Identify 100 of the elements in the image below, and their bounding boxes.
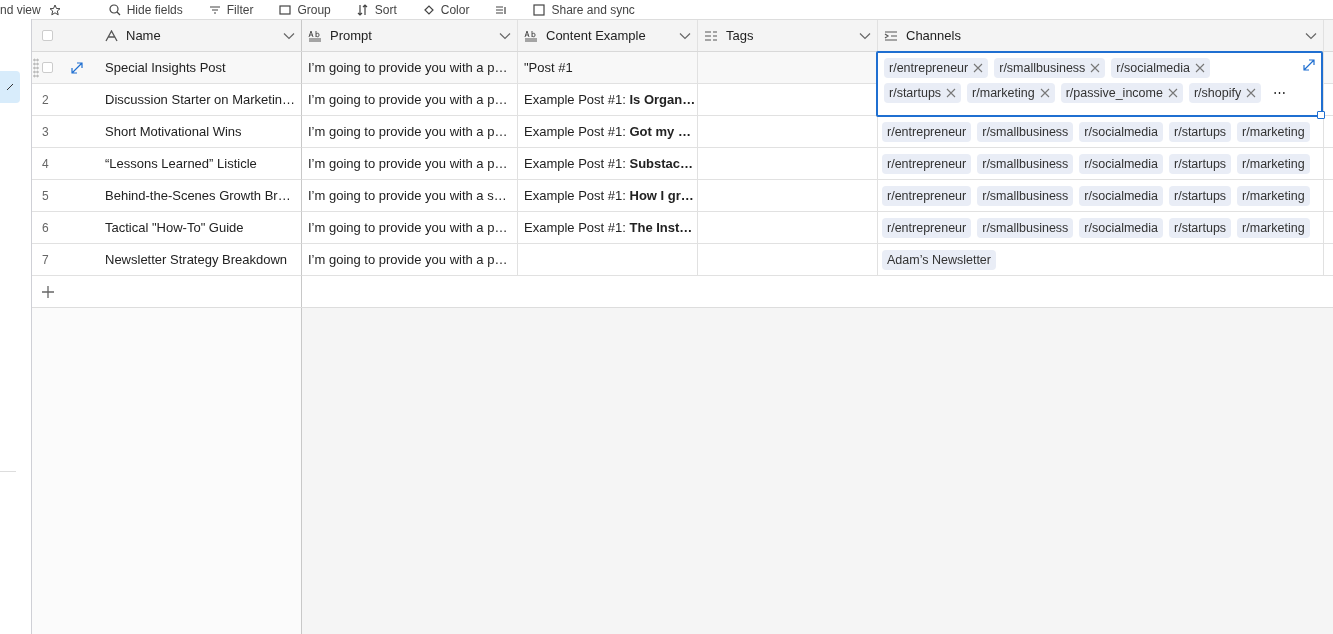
add-icon[interactable] — [42, 285, 54, 298]
channel-tag[interactable]: r/entrepreneur — [884, 58, 989, 78]
channel-tag: Adam’s Newsletter — [882, 249, 996, 270]
channels-editor[interactable]: r/entrepreneur r/smallbusiness r/socialmedia r/startups r/marketing r/passive_income r/shopify ⋯ — [876, 51, 1323, 117]
prompt-cell: I’m going to provide you with a p… — [302, 52, 518, 84]
expand-icon[interactable] — [71, 61, 83, 74]
primary-field-icon — [105, 29, 118, 42]
row-number: 5 — [42, 188, 49, 203]
group-toolbar-button[interactable]: Group — [279, 2, 331, 17]
channel-tag: r/smallbusiness — [977, 185, 1074, 206]
table-row[interactable]: 6 Tactical "How-To" Guide I’m going to provide you with a p… Example Post #1: The Inst… r/entrepreneur r/smallbusiness r/socialmedia r/startups r/marketing — [32, 212, 1333, 244]
filter-toolbar-button[interactable]: Filter — [208, 2, 254, 17]
content-cell: Example Post #1: Got my … — [518, 116, 698, 148]
prompt-cell: I’m going to provide you with a p… — [302, 84, 518, 116]
select-all-checkbox[interactable] — [42, 30, 53, 41]
remove-icon[interactable] — [1039, 88, 1050, 98]
resize-handle[interactable] — [1317, 111, 1325, 119]
remove-icon[interactable] — [1167, 88, 1178, 98]
search-icon — [108, 3, 121, 16]
prompt-cell: I’m going to provide you with a p… — [302, 212, 518, 244]
channel-tag[interactable]: r/smallbusiness — [994, 58, 1106, 78]
row-number: 3 — [42, 124, 49, 139]
remove-icon[interactable] — [1090, 63, 1101, 73]
row-number: 6 — [42, 220, 49, 235]
content-cell: Example Post #1: How I gr… — [518, 180, 698, 212]
channel-tag: r/entrepreneur — [882, 185, 972, 206]
content-cell: Example Post #1: Substac… — [518, 148, 698, 180]
channel-tag[interactable]: r/marketing — [967, 83, 1055, 103]
remove-icon[interactable] — [1246, 88, 1257, 98]
channel-tag: r/startups — [1169, 217, 1232, 238]
group-icon — [279, 3, 292, 16]
channel-tag: r/marketing — [1237, 153, 1310, 174]
expand-icon[interactable] — [1303, 59, 1315, 71]
row-number: 2 — [42, 92, 49, 107]
name-cell: Discussion Starter on Marketin… — [99, 84, 302, 116]
column-header[interactable]: Tags — [698, 20, 878, 51]
name-cell: “Lessons Learned” Listicle — [99, 148, 302, 180]
table-row[interactable]: 3 Short Motivational Wins I’m going to provide you with a p… Example Post #1: Got my … r/entrepreneur r/smallbusiness r/socialmedia r/startups r/marketing — [32, 116, 1333, 148]
channel-tag: r/smallbusiness — [977, 217, 1074, 238]
filter-icon — [208, 3, 221, 16]
more-button[interactable]: ⋯ — [1267, 83, 1293, 103]
list-icon — [704, 29, 718, 42]
content-cell: Example Post #1: Is Organ… — [518, 84, 698, 116]
chevron-down-icon[interactable] — [679, 31, 691, 40]
hide-toolbar-button[interactable]: Hide fields — [108, 2, 183, 17]
prompt-cell: I’m going to provide you with a p… — [302, 244, 518, 276]
channel-tag: r/socialmedia — [1079, 217, 1163, 238]
channel-tag: r/smallbusiness — [977, 121, 1074, 142]
chevron-down-icon[interactable] — [1305, 31, 1317, 40]
channel-tag: r/startups — [1169, 153, 1232, 174]
column-header[interactable]: Content Example — [518, 20, 698, 51]
prompt-cell: I’m going to provide you with a s… — [302, 180, 518, 212]
channel-tag: r/marketing — [1237, 217, 1310, 238]
sort-toolbar-button[interactable]: Sort — [356, 2, 397, 17]
color-toolbar-button[interactable]: Color — [422, 2, 470, 17]
name-cell: Short Motivational Wins — [99, 116, 302, 148]
linked-record-icon — [884, 29, 898, 42]
channel-tag: r/startups — [1169, 121, 1232, 142]
long-text-icon — [524, 29, 538, 42]
name-cell: Special Insights Post — [99, 52, 302, 84]
share-icon — [533, 3, 546, 16]
sort-icon — [356, 3, 369, 16]
name-cell: Tactical "How-To" Guide — [99, 212, 302, 244]
chevron-down-icon[interactable] — [283, 31, 295, 40]
table-row[interactable]: 7 Newsletter Strategy Breakdown I’m going to provide you with a p… Adam’s Newsletter — [32, 244, 1333, 276]
channel-tag: r/entrepreneur — [882, 121, 972, 142]
remove-icon[interactable] — [946, 88, 957, 98]
column-header[interactable]: Prompt — [302, 20, 518, 51]
channel-tag[interactable]: r/shopify — [1188, 83, 1262, 103]
channel-tag: r/socialmedia — [1079, 185, 1163, 206]
channel-tag: r/entrepreneur — [882, 217, 972, 238]
content-cell: "Post #1 — [518, 52, 698, 84]
share-toolbar-button[interactable]: Share and sync — [533, 2, 635, 17]
long-text-icon — [308, 29, 322, 42]
row-height-icon — [495, 3, 508, 16]
content-cell: Example Post #1: The Inst… — [518, 212, 698, 244]
row-number: 7 — [42, 252, 49, 267]
channel-tag[interactable]: r/startups — [884, 83, 962, 103]
row-checkbox[interactable] — [42, 62, 53, 73]
channel-tag: r/socialmedia — [1079, 121, 1163, 142]
channel-tag[interactable]: r/socialmedia — [1111, 58, 1210, 78]
view-name[interactable]: nd view — [0, 2, 41, 17]
name-cell: Behind-the-Scenes Growth Br… — [99, 180, 302, 212]
remove-icon[interactable] — [973, 63, 984, 73]
name-cell: Newsletter Strategy Breakdown — [99, 244, 302, 276]
channel-tag[interactable]: r/passive_income — [1060, 83, 1183, 103]
channel-tag: r/startups — [1169, 185, 1232, 206]
channel-tag: r/socialmedia — [1079, 153, 1163, 174]
chevron-down-icon[interactable] — [859, 31, 871, 40]
column-header[interactable]: Name — [99, 20, 302, 51]
drag-handle-icon[interactable] — [33, 58, 39, 78]
prompt-cell: I’m going to provide you with a p… — [302, 116, 518, 148]
table-row[interactable]: 4 “Lessons Learned” Listicle I’m going to provide you with a p… Example Post #1: Substac… r/entrepreneur r/smallbusiness r/socialmedia r/startups r/marketing — [32, 148, 1333, 180]
remove-icon[interactable] — [1195, 63, 1205, 73]
prompt-cell: I’m going to provide you with a p… — [302, 148, 518, 180]
star-icon[interactable] — [48, 3, 61, 16]
table-row[interactable]: 5 Behind-the-Scenes Growth Br… I’m going to provide you with a s… Example Post #1: How I gr… r/entrepreneur r/smallbusiness r/socialmedia r/startups r/marketing — [32, 180, 1333, 212]
chevron-down-icon[interactable] — [499, 31, 511, 40]
channel-tag: r/entrepreneur — [882, 153, 972, 174]
channel-tag: r/marketing — [1237, 185, 1310, 206]
